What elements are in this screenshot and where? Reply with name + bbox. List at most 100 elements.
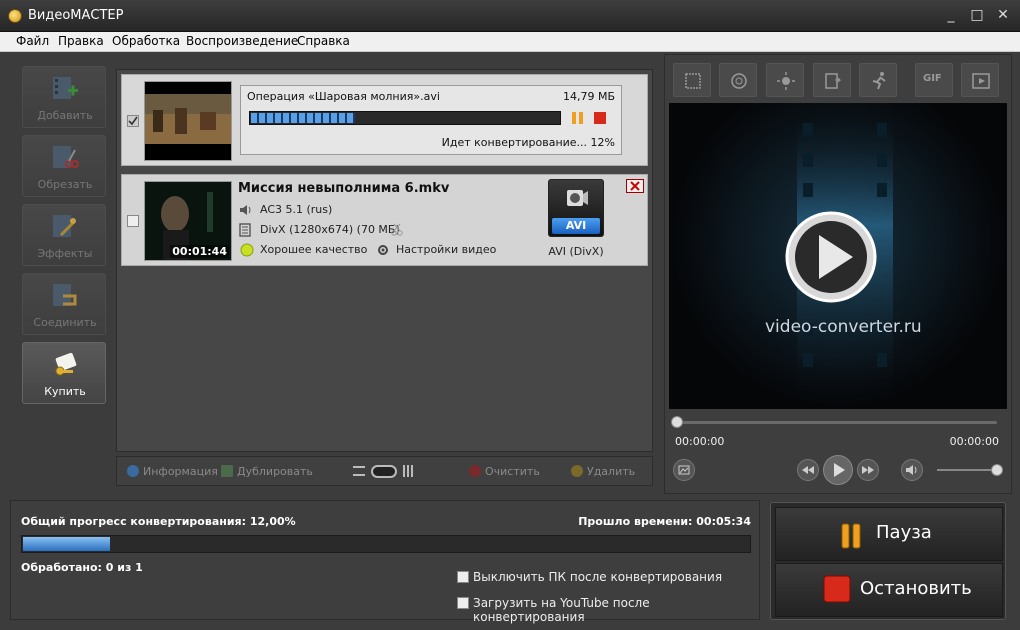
effects-button[interactable]: Эффекты	[22, 204, 106, 266]
format-badge: AVI	[552, 218, 600, 234]
seek-bar[interactable]	[671, 416, 997, 428]
scissors-film-icon	[53, 146, 79, 168]
grid-view-icon[interactable]	[403, 465, 415, 477]
clear-button[interactable]: Очистить	[469, 465, 540, 478]
duplicate-label: Дублировать	[237, 465, 313, 478]
video-settings-link[interactable]: Настройки видео	[396, 243, 496, 256]
running-man-icon	[872, 72, 886, 90]
speed-button[interactable]	[859, 63, 897, 97]
processed-count: Обработано: 0 из 1	[21, 561, 143, 574]
watermark-button[interactable]	[961, 63, 999, 97]
add-button[interactable]: Добавить	[22, 66, 106, 128]
buy-label: Купить	[44, 385, 86, 398]
gear-icon	[378, 245, 388, 255]
pause-icon	[841, 523, 861, 549]
crop-button[interactable]	[673, 63, 711, 97]
format-button[interactable]: AVI	[548, 179, 604, 237]
menu-file[interactable]: Файл	[16, 34, 49, 48]
duplicate-button[interactable]: Дублировать	[221, 465, 313, 478]
action-panel: Пауза Остановить	[770, 502, 1006, 620]
stop-icon	[823, 575, 851, 603]
file-2-duration: 00:01:44	[170, 245, 229, 258]
volume-icon	[906, 465, 917, 475]
menu-edit[interactable]: Правка	[58, 34, 104, 48]
pause-label: Пауза	[876, 522, 932, 543]
video-preview[interactable]: video-converter.ru	[669, 103, 1007, 409]
overall-progress-bar	[21, 535, 751, 553]
overall-progress-label: Общий прогресс конвертирования: 12,00%	[21, 515, 296, 528]
file-2-audio[interactable]: AC3 5.1 (rus)	[260, 203, 332, 216]
key-tag-icon	[55, 352, 77, 376]
file-2-video[interactable]: DivX (1280x674) (70 МБ)	[260, 223, 400, 236]
overall-progress-fill	[23, 537, 111, 551]
title-bar: ВидеоМАСТЕР _ □ ✕	[0, 0, 1020, 32]
play-button[interactable]	[823, 455, 853, 485]
file-1-size: 14,79 МБ	[562, 90, 615, 103]
youtube-checkbox[interactable]	[457, 597, 469, 609]
file-1-progress-bar	[249, 111, 561, 125]
menu-help[interactable]: Справка	[297, 34, 350, 48]
stabilize-button[interactable]	[719, 63, 757, 97]
volume-button[interactable]	[901, 459, 923, 481]
volume-slider[interactable]	[937, 464, 1003, 476]
video-splash-image	[785, 103, 893, 409]
pause-small-icon[interactable]	[571, 111, 585, 125]
menu-processing[interactable]: Обработка	[112, 34, 180, 48]
buy-button[interactable]: Купить	[22, 342, 106, 404]
info-icon	[127, 465, 139, 477]
brightness-button[interactable]	[766, 63, 804, 97]
speaker-icon	[240, 205, 251, 215]
image-icon	[678, 465, 690, 475]
next-button[interactable]	[857, 459, 879, 481]
file-2-name: Миссия невыполнима 6.mkv	[238, 181, 450, 196]
window-title: ВидеоМАСТЕР	[28, 8, 124, 23]
stop-label: Остановить	[860, 578, 972, 599]
delete-button[interactable]: Удалить	[571, 465, 635, 478]
camcorder-icon	[567, 190, 588, 206]
shutdown-checkbox[interactable]	[457, 571, 469, 583]
remove-file-icon[interactable]	[626, 179, 644, 193]
minimize-button[interactable]: _	[940, 6, 962, 24]
main-area: Добавить Обрезать Эффекты Соединить Купи…	[0, 52, 1020, 630]
sun-icon	[777, 72, 795, 90]
scissors-icon[interactable]	[390, 222, 404, 236]
effects-label: Эффекты	[37, 247, 93, 260]
maximize-button[interactable]: □	[966, 6, 988, 24]
close-window-button[interactable]: ✕	[992, 6, 1014, 24]
pause-button[interactable]: Пауза	[775, 507, 1003, 561]
volume-knob[interactable]	[991, 464, 1003, 476]
file-1-name: Операция «Шаровая молния».avi	[247, 90, 440, 103]
list-view-icon[interactable]	[353, 466, 365, 476]
rotate-button[interactable]	[813, 63, 851, 97]
file-1-checkbox[interactable]	[127, 115, 139, 127]
file-1-status: Идет конвертирование... 12%	[441, 136, 615, 149]
stop-small-icon[interactable]	[593, 111, 607, 125]
shutdown-label: Выключить ПК после конвертирования	[473, 570, 723, 584]
view-toggle[interactable]	[371, 465, 397, 478]
file-2-checkbox[interactable]	[127, 215, 139, 227]
join-film-icon	[53, 284, 77, 306]
menu-bar: Файл Правка Обработка Воспроизведение Сп…	[0, 32, 1020, 52]
add-label: Добавить	[37, 109, 93, 122]
seek-knob[interactable]	[671, 416, 683, 428]
progress-panel: Общий прогресс конвертирования: 12,00% П…	[10, 500, 760, 624]
join-button[interactable]: Соединить	[22, 273, 106, 335]
gif-button[interactable]: GIF	[915, 63, 953, 97]
format-label: AVI (DivX)	[548, 245, 604, 258]
cut-label: Обрезать	[37, 178, 93, 191]
file-row-2[interactable]: 00:01:44 Миссия невыполнима 6.mkv AC3 5.…	[121, 174, 648, 266]
stop-button[interactable]: Остановить	[775, 563, 1003, 617]
info-button[interactable]: Информация	[127, 465, 218, 478]
prev-button[interactable]	[797, 459, 819, 481]
add-film-icon	[53, 77, 78, 99]
menu-playback[interactable]: Воспроизведение	[186, 34, 298, 48]
watermark-text: video-converter.ru	[765, 317, 922, 337]
magic-wand-icon	[53, 215, 76, 237]
quality-link[interactable]: Хорошее качество	[260, 243, 367, 256]
file-row-1[interactable]: Операция «Шаровая молния».avi 14,79 МБ И…	[121, 74, 648, 166]
rotate-icon	[825, 73, 842, 89]
cut-button[interactable]: Обрезать	[22, 135, 106, 197]
snapshot-button[interactable]	[673, 459, 695, 481]
play-icon	[834, 463, 845, 477]
file-1-progress-fill	[251, 113, 356, 123]
